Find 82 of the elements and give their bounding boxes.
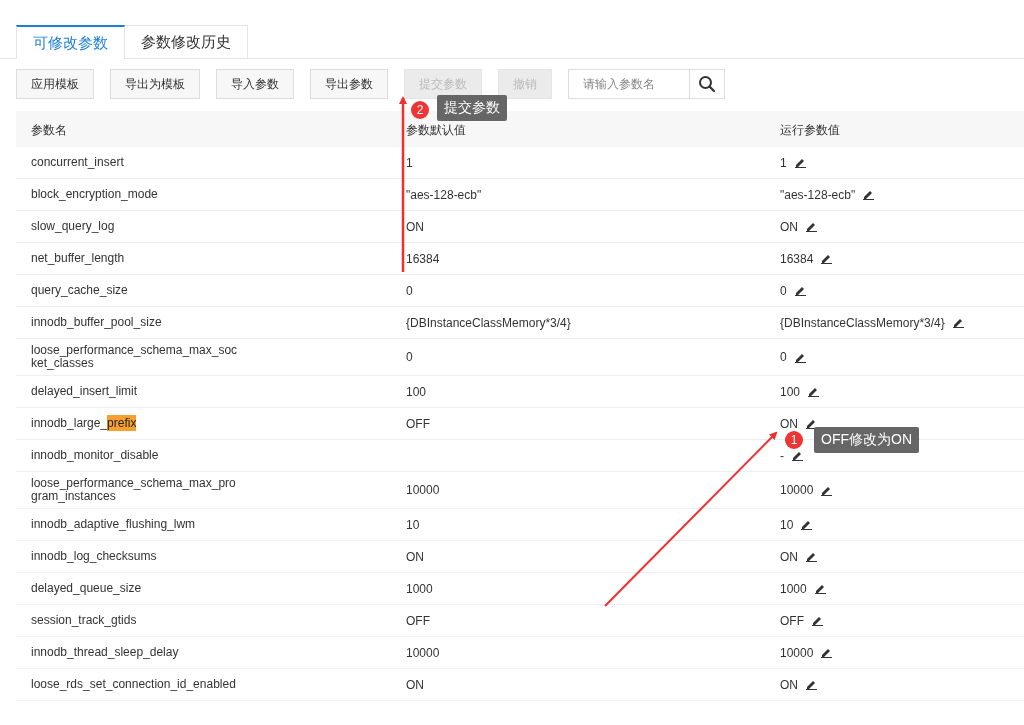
- table-cell: ON: [406, 549, 424, 564]
- table-cell: ON: [780, 549, 798, 564]
- tab[interactable]: 可修改参数: [16, 25, 125, 59]
- column-header: 运行参数值: [780, 122, 840, 139]
- table-cell-text: delayed_queue_size: [31, 580, 143, 597]
- column-header: 参数名: [31, 122, 67, 139]
- table-cell-text: delayed_insert_limit: [31, 383, 139, 400]
- table-cell: 10000: [780, 483, 814, 497]
- table-cell: 0: [406, 283, 413, 298]
- table-cell: "aes-128-ecb": [406, 187, 482, 202]
- table-cell-text: innodb_monitor_disable: [31, 447, 160, 464]
- pencil-icon[interactable]: [814, 583, 826, 594]
- table-cell-text: block_encryption_mode: [31, 186, 159, 203]
- table-cell: 16384: [406, 251, 440, 266]
- table-cell: 0: [780, 283, 787, 298]
- table-cell: 10: [780, 517, 794, 532]
- column-header: 参数默认值: [406, 122, 466, 139]
- table-cell: 10: [406, 517, 420, 532]
- pencil-icon[interactable]: [806, 679, 817, 690]
- table-cell: 0: [780, 350, 787, 364]
- table-cell-text: slow_query_log: [31, 218, 116, 235]
- table-cell: ON: [780, 416, 798, 431]
- table-cell: -: [780, 448, 784, 463]
- pencil-icon[interactable]: [863, 189, 875, 200]
- pencil-icon[interactable]: [808, 386, 820, 397]
- table-cell-text: innodb_buffer_pool_size: [31, 314, 163, 331]
- table-cell: ON: [780, 677, 798, 692]
- table-cell: 0: [406, 350, 413, 364]
- step-badge: 2: [411, 101, 429, 119]
- table-cell-text: loose_performance_schema_max_program_instances: [31, 475, 237, 505]
- pencil-icon[interactable]: [821, 253, 833, 264]
- pencil-icon[interactable]: [821, 647, 833, 658]
- table-cell: 16384: [780, 251, 814, 266]
- toolbar-button[interactable]: 导入参数: [216, 69, 294, 99]
- search-icon: [698, 75, 716, 93]
- table-cell: 1000: [780, 581, 807, 596]
- table-cell-text: session_track_gtids: [31, 612, 138, 629]
- table-cell-text: concurrent_insert: [31, 154, 125, 171]
- table-cell: 100: [780, 384, 801, 399]
- pencil-icon[interactable]: [794, 157, 806, 168]
- pencil-icon[interactable]: [806, 221, 817, 232]
- pencil-icon[interactable]: [812, 615, 823, 626]
- table-cell: 10000: [780, 645, 814, 660]
- pencil-icon[interactable]: [806, 551, 817, 562]
- tab[interactable]: 参数修改历史: [125, 25, 248, 58]
- toolbar-button[interactable]: 应用模板: [16, 69, 94, 99]
- callout-tooltip: 提交参数: [437, 95, 507, 121]
- toolbar-button[interactable]: 导出参数: [310, 69, 388, 99]
- pencil-icon[interactable]: [821, 484, 833, 496]
- table-cell: ON: [406, 219, 424, 234]
- table-cell: OFF: [406, 416, 430, 431]
- pencil-icon[interactable]: [952, 317, 964, 328]
- table-cell: {DBInstanceClassMemory*3/4}: [406, 315, 571, 330]
- search-field[interactable]: 请输入参数名: [568, 69, 690, 99]
- table-cell-text: loose_rds_set_connection_id_enabled: [31, 676, 237, 693]
- toolbar-button[interactable]: 导出为模板: [110, 69, 200, 99]
- table-cell-text: innodb_thread_sleep_delay: [31, 644, 180, 661]
- table-cell-text: innodb_log_checksums: [31, 548, 158, 565]
- table-cell: "aes-128-ecb": [780, 187, 856, 202]
- table-cell: 10000: [406, 645, 440, 660]
- pencil-icon[interactable]: [806, 418, 817, 429]
- table-cell: ON: [406, 677, 424, 692]
- table-cell-text: innodb_adaptive_flushing_lwm: [31, 516, 197, 533]
- pencil-icon[interactable]: [794, 285, 806, 296]
- table-cell: 1: [780, 155, 787, 170]
- pencil-icon[interactable]: [792, 450, 803, 461]
- table-cell-text: net_buffer_length: [31, 250, 126, 267]
- table-cell: OFF: [780, 613, 804, 628]
- table-cell-text: loose_performance_schema_max_socket_classes: [31, 342, 239, 372]
- table-cell: 10000: [406, 483, 440, 497]
- table-cell: OFF: [406, 613, 430, 628]
- step-badge: 1: [785, 431, 803, 449]
- table-cell-text: query_cache_size: [31, 282, 129, 299]
- table-cell: {DBInstanceClassMemory*3/4}: [780, 315, 945, 330]
- table-cell: 100: [406, 384, 427, 399]
- pencil-icon[interactable]: [801, 519, 813, 530]
- search-button[interactable]: [690, 69, 725, 99]
- table-cell: ON: [780, 219, 798, 234]
- pencil-icon[interactable]: [794, 351, 806, 363]
- table-cell: 1000: [406, 581, 433, 596]
- callout-tooltip: OFF修改为ON: [814, 427, 919, 453]
- table-cell: 1: [406, 155, 413, 170]
